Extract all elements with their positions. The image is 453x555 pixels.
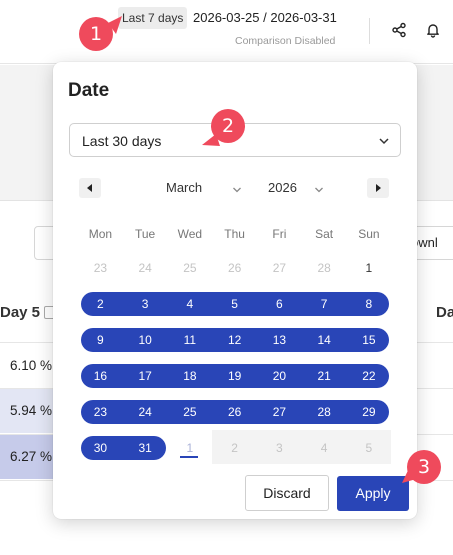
table-cell: 5.94 % bbox=[0, 389, 56, 433]
step-marker-3: 3 bbox=[407, 450, 441, 484]
weekday-label: Sat bbox=[315, 227, 334, 241]
month-select[interactable]: March bbox=[166, 180, 242, 198]
next-month-button[interactable] bbox=[367, 178, 389, 198]
calendar-day[interactable]: 23 bbox=[78, 261, 123, 275]
calendar-day[interactable]: 5 bbox=[212, 297, 257, 311]
calendar-day[interactable]: 26 bbox=[212, 405, 257, 419]
caret-right-icon bbox=[376, 184, 381, 192]
table-cell: 6.27 % bbox=[0, 435, 56, 479]
calendar-day[interactable]: 12 bbox=[212, 333, 257, 347]
calendar-day[interactable]: 24 bbox=[123, 261, 168, 275]
prev-month-button[interactable] bbox=[79, 178, 101, 198]
calendar-day[interactable]: 21 bbox=[302, 369, 347, 383]
calendar-day[interactable]: 1 bbox=[347, 261, 392, 275]
weekday-label: Tue bbox=[135, 227, 156, 241]
calendar-day[interactable]: 20 bbox=[257, 369, 302, 383]
column-header-next: Da bbox=[436, 304, 453, 321]
calendar-day[interactable]: 2 bbox=[78, 297, 123, 311]
weekday-label: Wed bbox=[177, 227, 203, 241]
table-cell: 6.10 % bbox=[0, 344, 56, 388]
calendar-day[interactable]: 16 bbox=[78, 369, 123, 383]
column-header-day-5: Day 5 bbox=[0, 304, 41, 321]
chevron-down-icon bbox=[378, 134, 390, 152]
calendar-day[interactable]: 31 bbox=[123, 441, 168, 455]
apply-button[interactable]: Apply bbox=[337, 476, 409, 511]
calendar-day[interactable]: 28 bbox=[302, 405, 347, 419]
calendar-day[interactable]: 6 bbox=[257, 297, 302, 311]
calendar-day[interactable]: 30 bbox=[78, 441, 123, 455]
chevron-down-icon bbox=[314, 183, 324, 198]
date-range-text[interactable]: 2026-03-25 / 2026-03-31 bbox=[193, 10, 337, 25]
calendar-day[interactable]: 23 bbox=[78, 405, 123, 419]
year-select[interactable]: 2026 bbox=[268, 180, 324, 198]
divider bbox=[369, 18, 370, 44]
calendar-day[interactable]: 10 bbox=[123, 333, 168, 347]
share-icon[interactable] bbox=[389, 20, 409, 40]
calendar-day: 5 bbox=[365, 441, 373, 455]
step-marker-1: 1 bbox=[79, 17, 113, 51]
calendar-day[interactable]: 14 bbox=[302, 333, 347, 347]
calendar-day[interactable]: 15 bbox=[347, 333, 392, 347]
calendar-day[interactable]: 29 bbox=[347, 405, 392, 419]
comparison-status: Comparison Disabled bbox=[235, 35, 336, 47]
calendar-day[interactable]: 28 bbox=[302, 261, 347, 275]
calendar-day[interactable]: 9 bbox=[78, 333, 123, 347]
step-marker-2: 2 bbox=[211, 109, 245, 143]
month-select-value: March bbox=[166, 180, 203, 195]
calendar-day[interactable]: 8 bbox=[347, 297, 392, 311]
year-select-value: 2026 bbox=[268, 180, 297, 195]
weekday-label: Mon bbox=[88, 227, 113, 241]
calendar-day[interactable]: 7 bbox=[302, 297, 347, 311]
calendar-day[interactable]: 27 bbox=[257, 261, 302, 275]
preset-select-value: Last 30 days bbox=[82, 133, 162, 149]
calendar-day[interactable]: 25 bbox=[168, 405, 213, 419]
calendar-day[interactable]: 27 bbox=[257, 405, 302, 419]
chevron-down-icon bbox=[232, 183, 242, 198]
calendar-day[interactable]: 19 bbox=[212, 369, 257, 383]
weekday-label: Fri bbox=[272, 227, 287, 241]
calendar-day: 3 bbox=[276, 441, 283, 455]
calendar-day[interactable]: 11 bbox=[168, 333, 213, 347]
calendar-day[interactable]: 17 bbox=[123, 369, 168, 383]
calendar-day[interactable]: 22 bbox=[347, 369, 392, 383]
caret-left-icon bbox=[87, 184, 92, 192]
calendar-day[interactable]: 25 bbox=[168, 261, 213, 275]
popup-title: Date bbox=[68, 80, 110, 101]
calendar-day[interactable]: 18 bbox=[168, 369, 213, 383]
calendar-day[interactable]: 3 bbox=[123, 297, 168, 311]
calendar-day: 2 bbox=[231, 441, 238, 455]
calendar-day-today[interactable]: 1 bbox=[168, 441, 213, 455]
bell-icon[interactable] bbox=[423, 20, 443, 40]
date-preset-chip[interactable]: Last 7 days bbox=[118, 7, 188, 29]
today-indicator bbox=[180, 456, 198, 458]
calendar-day[interactable]: 4 bbox=[168, 297, 213, 311]
weekday-label: Thu bbox=[224, 227, 245, 241]
discard-button[interactable]: Discard bbox=[245, 475, 329, 511]
weekday-label: Sun bbox=[358, 227, 380, 241]
calendar-day[interactable]: 26 bbox=[212, 261, 257, 275]
calendar-day: 4 bbox=[320, 441, 328, 455]
calendar-day[interactable]: 24 bbox=[123, 405, 168, 419]
calendar-day[interactable]: 13 bbox=[257, 333, 302, 347]
top-bar: Last 7 days 2026-03-25 / 2026-03-31 Comp… bbox=[0, 0, 453, 64]
